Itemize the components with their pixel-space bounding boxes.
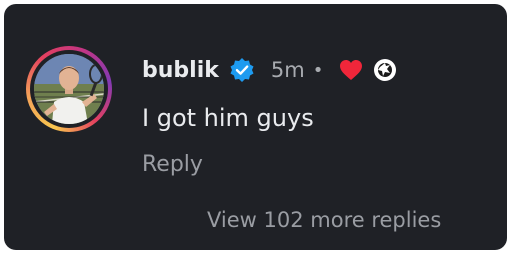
view-more-replies-button[interactable]: View 102 more replies <box>207 208 441 232</box>
reply-button[interactable]: Reply <box>142 152 203 177</box>
avatar-photo <box>34 54 104 124</box>
heart-icon[interactable] <box>339 59 363 81</box>
separator-dot: • <box>312 59 324 81</box>
username[interactable]: bublik <box>142 58 219 83</box>
comment-header: bublik 5m • <box>142 52 397 88</box>
comment-card: bublik 5m • I got him guys Reply View 10… <box>4 4 507 250</box>
avatar[interactable] <box>34 54 104 124</box>
comment-time: 5m <box>270 58 305 82</box>
avatar-ring-gap <box>30 50 108 128</box>
story-ring[interactable] <box>26 46 112 132</box>
verified-badge-icon <box>229 57 255 83</box>
comment-text: I got him guys <box>142 104 314 132</box>
creator-avatar-icon <box>373 58 397 82</box>
